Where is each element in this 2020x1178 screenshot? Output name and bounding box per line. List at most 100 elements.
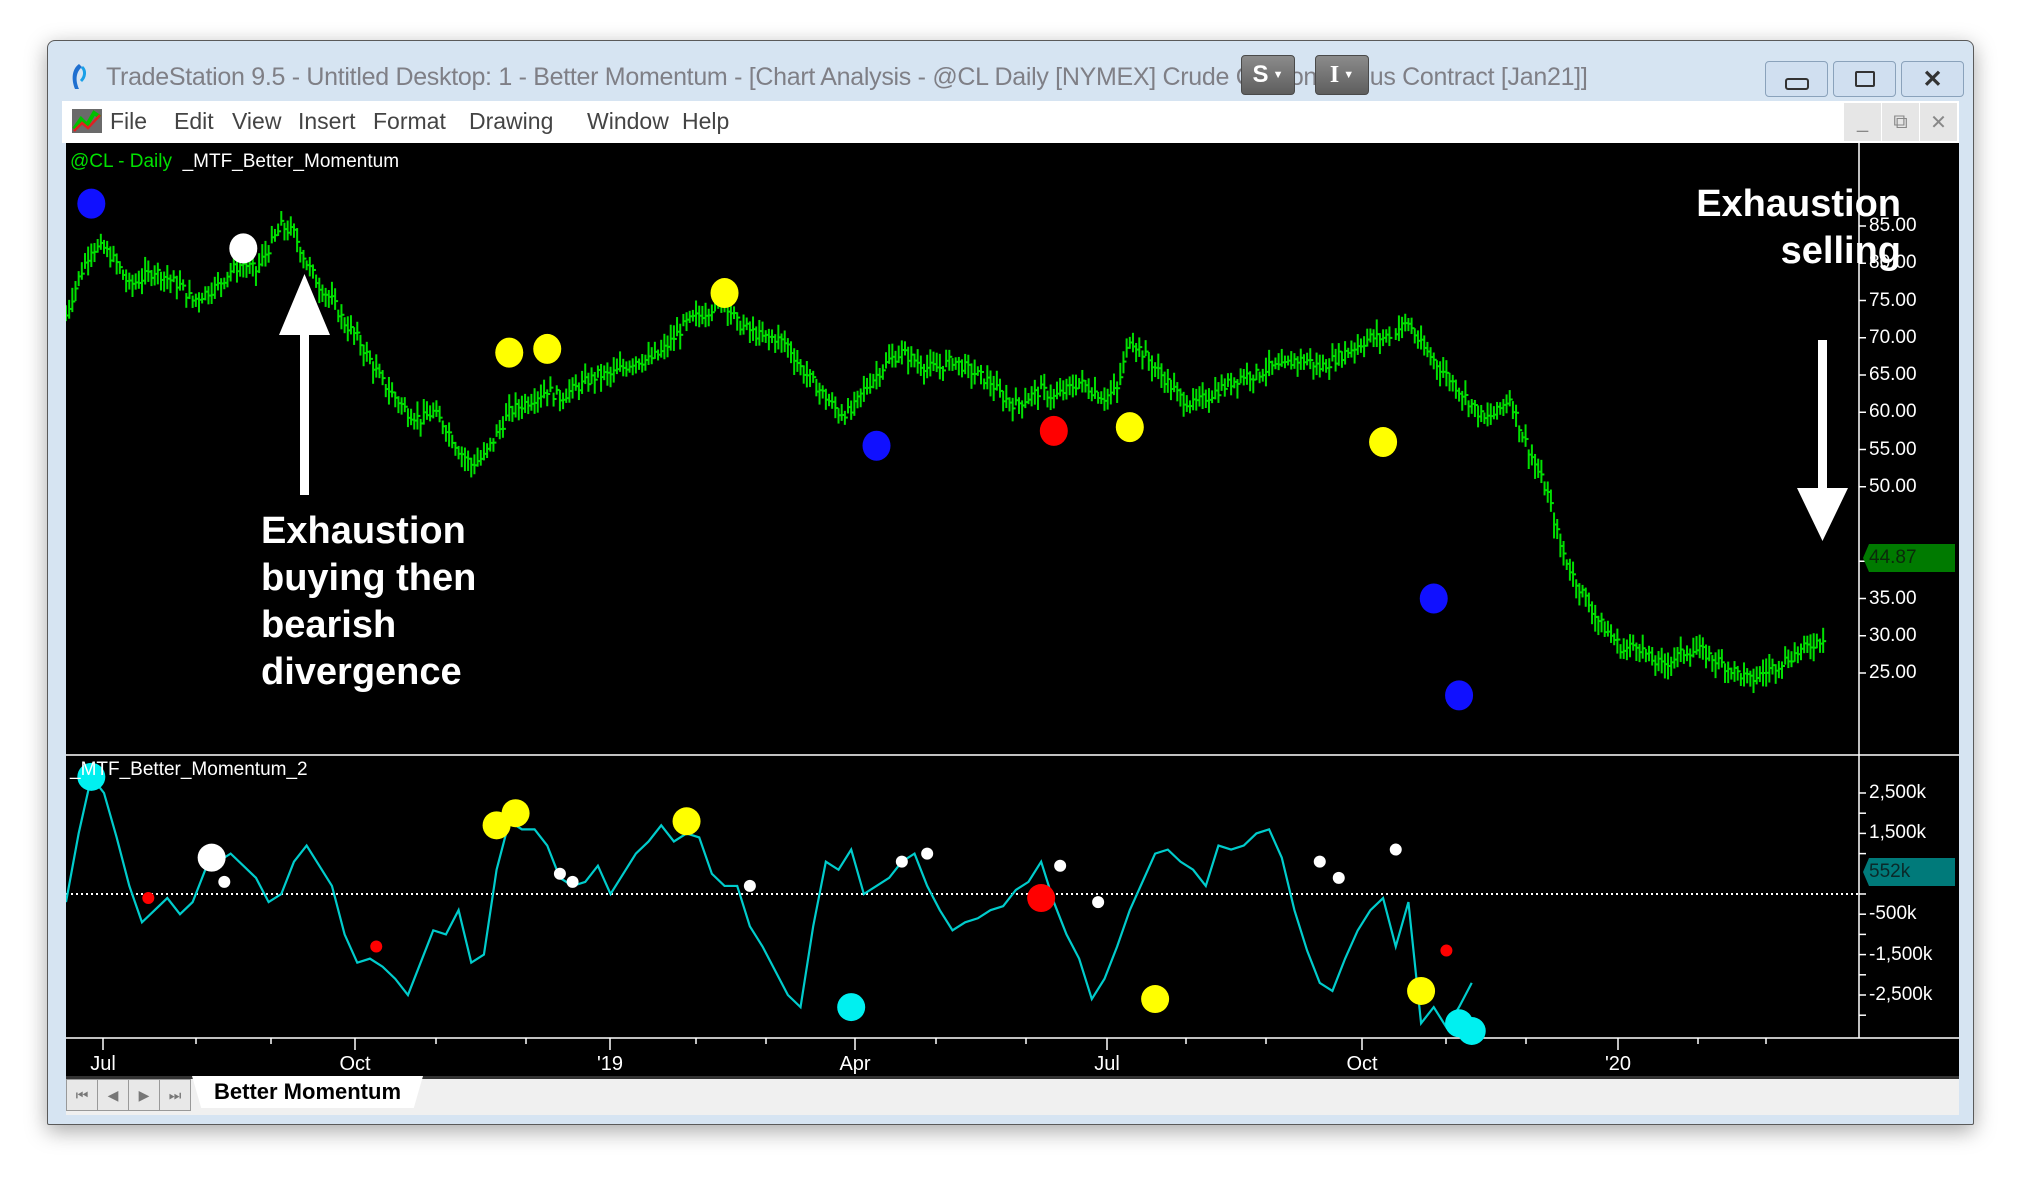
price-signal-dot-yellow (710, 278, 739, 309)
minimize-icon (1784, 78, 1809, 90)
up-arrow-head (279, 274, 330, 335)
first-tab-button[interactable]: ⏮ (66, 1079, 98, 1111)
annotation-exhaustion-buying: Exhaustion buying then bearish divergenc… (261, 508, 476, 696)
last-icon: ⏭ (168, 1086, 182, 1103)
date-tick-label: Oct (339, 1053, 371, 1075)
menu-view[interactable]: View (232, 108, 281, 135)
price-tick-label: 25.00 (1869, 662, 1917, 683)
momentum-tick-label: -2,500k (1869, 984, 1933, 1005)
menu-bar: File Edit View Insert Format Drawing Win… (62, 101, 1959, 143)
momentum-signal-dot-white (895, 855, 908, 868)
prev-icon: ◀ (107, 1086, 119, 1103)
indicator-label: _MTF_Better_Momentum (182, 151, 400, 172)
momentum-tick-label: -500k (1869, 903, 1917, 925)
mdi-close-button[interactable]: ✕ (1920, 103, 1957, 141)
momentum-signal-dot-red (370, 940, 383, 953)
price-tick-label: 30.00 (1869, 624, 1917, 646)
momentum-signal-dot-white (1092, 896, 1105, 909)
next-tab-button[interactable]: ▶ (128, 1079, 160, 1111)
chevron-down-icon: ▼ (1272, 69, 1284, 81)
annotation-exhaustion-selling: Exhaustion selling (1611, 181, 1901, 275)
annotation-line: Exhaustion (1696, 183, 1901, 225)
chart-area[interactable]: @CL - Daily _MTF_Better_Momentum _MTF_Be… (66, 143, 1959, 1078)
date-tick-label: Jul (90, 1053, 116, 1075)
mdi-restore-button[interactable]: ⧉ (1882, 103, 1919, 141)
close-icon: ✕ (1930, 111, 1947, 134)
price-tick-label: 35.00 (1869, 587, 1917, 609)
tradestation-logo-icon (72, 64, 86, 89)
i-button[interactable]: I ▼ (1315, 55, 1369, 95)
annotation-line: buying then (261, 557, 477, 599)
momentum-signal-dot-cyan (1457, 1017, 1486, 1045)
menu-file[interactable]: File (110, 108, 147, 135)
symbol-label: @CL - Daily (70, 151, 172, 172)
chart-logo-icon (72, 109, 102, 133)
momentum-signal-dot-red (142, 892, 155, 905)
date-tick-label: Oct (1346, 1053, 1378, 1075)
menu-edit[interactable]: Edit (174, 108, 214, 135)
price-signal-dot-blue (862, 430, 891, 461)
up-arrow-shaft (300, 333, 309, 495)
minimize-icon: _ (1856, 110, 1869, 133)
price-tick-label: 50.00 (1869, 475, 1917, 497)
price-signal-dot-yellow (495, 337, 524, 368)
price-signal-dot-yellow (533, 333, 562, 364)
date-tick-label: Jul (1094, 1053, 1120, 1075)
s-button[interactable]: S ▼ (1241, 55, 1295, 95)
momentum-signal-dot-cyan (837, 993, 866, 1022)
momentum-signal-dot-white (218, 875, 231, 888)
momentum-tick-label: -1,500k (1869, 943, 1933, 965)
price-tick-label: 70.00 (1869, 326, 1917, 348)
minimize-button[interactable] (1765, 61, 1828, 97)
next-icon: ▶ (138, 1086, 150, 1103)
title-bar[interactable]: TradeStation 9.5 - Untitled Desktop: 1 -… (48, 41, 1973, 101)
momentum-signal-dot-white (1313, 855, 1326, 868)
price-pane-label: @CL - Daily _MTF_Better_Momentum (70, 151, 399, 173)
last-price-badge: 44.87 (1863, 544, 1955, 572)
momentum-pane-label: _MTF_Better_Momentum_2 (70, 759, 308, 780)
close-icon: ✕ (1922, 65, 1943, 93)
momentum-tick-label: 1,500k (1869, 822, 1927, 844)
annotation-line: bearish (261, 604, 397, 646)
down-arrow-shaft (1818, 340, 1827, 490)
price-tick-label: 65.00 (1869, 364, 1917, 385)
prev-tab-button[interactable]: ◀ (97, 1079, 129, 1111)
mdi-minimize-button[interactable]: _ (1844, 103, 1881, 141)
date-tick-label: Apr (839, 1053, 871, 1075)
close-button[interactable]: ✕ (1901, 61, 1964, 97)
menu-window[interactable]: Window (587, 108, 669, 135)
tab-better-momentum[interactable]: Better Momentum (192, 1076, 424, 1108)
menu-drawing[interactable]: Drawing (469, 108, 553, 135)
annotation-line: divergence (261, 651, 462, 693)
down-arrow-head (1797, 488, 1848, 541)
price-signal-dot-blue (1419, 583, 1448, 614)
price-signal-dot-yellow (1115, 412, 1144, 443)
restore-icon: ⧉ (1893, 110, 1908, 133)
momentum-signal-dot-red (1027, 884, 1056, 913)
price-tick-label: 60.00 (1869, 401, 1917, 423)
i-label: I (1329, 61, 1340, 88)
tradestation-window: TradeStation 9.5 - Untitled Desktop: 1 -… (47, 40, 1974, 1125)
momentum-signal-dot-white (921, 847, 934, 860)
tab-strip: ⏮ ◀ ▶ ⏭ Better Momentum (66, 1076, 1959, 1115)
price-signal-dot-white (229, 233, 258, 264)
maximize-icon (1854, 71, 1875, 87)
price-tick-label: 55.00 (1869, 438, 1917, 460)
momentum-signal-dot-yellow (1407, 976, 1436, 1005)
annotation-line: Exhaustion (261, 510, 466, 552)
momentum-signal-dot-yellow (501, 799, 530, 828)
price-signal-dot-red (1039, 415, 1068, 446)
momentum-line (66, 774, 1473, 1030)
price-signal-dot-blue (1445, 680, 1474, 711)
menu-insert[interactable]: Insert (298, 108, 356, 135)
first-icon: ⏮ (75, 1086, 89, 1103)
menu-help[interactable]: Help (682, 108, 729, 135)
chevron-down-icon: ▼ (1343, 69, 1355, 81)
maximize-button[interactable] (1833, 61, 1896, 97)
momentum-signal-dot-yellow (672, 807, 701, 836)
momentum-signal-dot-white (1332, 871, 1345, 884)
momentum-signal-dot-red (1440, 944, 1453, 957)
menu-format[interactable]: Format (373, 108, 446, 135)
last-tab-button[interactable]: ⏭ (159, 1079, 191, 1111)
momentum-signal-dot-yellow (1141, 985, 1170, 1014)
